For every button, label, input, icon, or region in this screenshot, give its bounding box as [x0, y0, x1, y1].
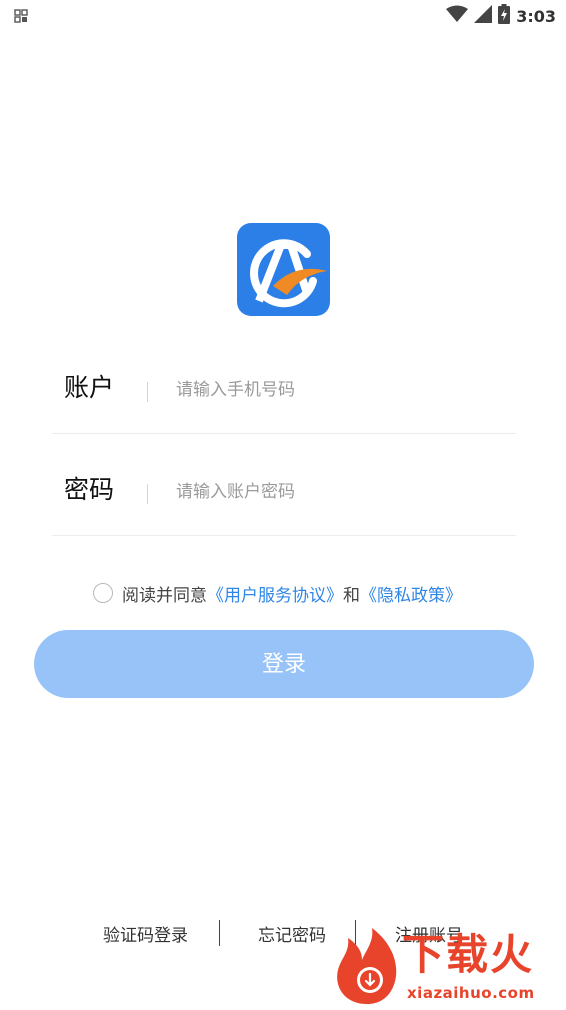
sms-login-link[interactable]: 验证码登录 — [103, 921, 188, 946]
watermark-domain: xiazaihuo.com — [407, 984, 535, 1002]
phone-input[interactable] — [176, 377, 496, 403]
password-label: 密码 — [64, 475, 115, 504]
wifi-icon — [446, 5, 469, 27]
privacy-link[interactable]: 《隐私政策》 — [360, 581, 462, 606]
agreement-row: 阅读并同意 《用户服务协议》 和 《隐私政策》 — [93, 580, 462, 606]
status-time: 3:03 — [516, 6, 556, 26]
account-row: 账户 — [52, 331, 516, 434]
agreement-checkbox[interactable] — [93, 583, 113, 603]
fire-logo-icon — [337, 928, 397, 1004]
watermark: 下载火 xiazaihuo.com — [332, 924, 566, 1006]
forgot-password-link[interactable]: 忘记密码 — [258, 921, 326, 946]
status-bar: 3:03 — [0, 0, 566, 30]
watermark-title: 下载火 — [402, 930, 535, 979]
login-button[interactable]: 登录 — [34, 630, 534, 698]
battery-charging-icon — [498, 4, 511, 28]
terms-link[interactable]: 《用户服务协议》 — [207, 581, 343, 606]
password-row: 密码 — [52, 433, 516, 536]
account-label: 账户 — [64, 373, 115, 402]
agreement-and: 和 — [343, 585, 360, 606]
agreement-text: 阅读并同意 — [122, 585, 207, 606]
password-input[interactable] — [176, 479, 496, 505]
divider — [147, 484, 148, 504]
signal-icon — [474, 5, 493, 27]
divider — [219, 920, 220, 946]
divider — [147, 382, 148, 402]
app-logo — [237, 223, 330, 316]
app-grid-icon — [14, 8, 28, 27]
